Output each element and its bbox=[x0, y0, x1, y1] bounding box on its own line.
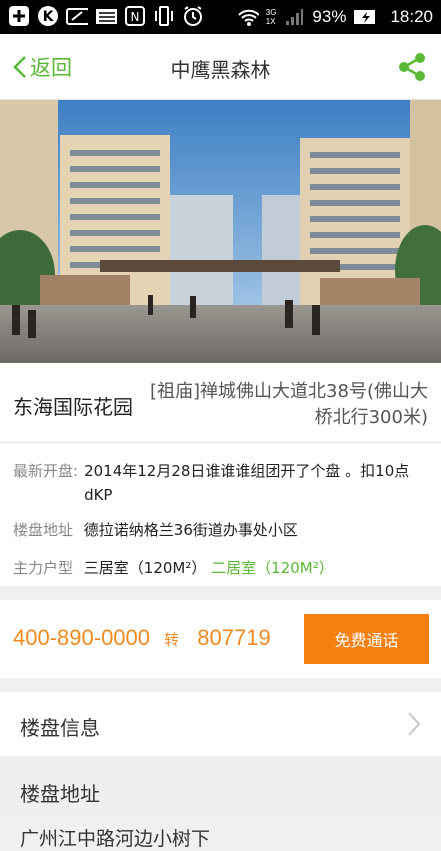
detail-opening: 最新开盘: 2014年12月28日谁谁谁组团开了个盘 。扣10点dKP bbox=[13, 459, 428, 507]
free-call-button[interactable]: 免费通话 bbox=[304, 614, 429, 664]
page-title: 中鹰黑森林 bbox=[170, 58, 271, 82]
section-info-label: 楼盘信息 bbox=[20, 716, 100, 740]
listing-name: 东海国际花园 bbox=[13, 395, 133, 419]
battery-percent: 93% bbox=[312, 7, 347, 26]
nav-bar: 返回 中鹰黑森林 bbox=[0, 34, 441, 100]
detail-opening-label: 最新开盘: bbox=[13, 462, 79, 480]
phone-number[interactable]: 400-890-0000 转 807719 bbox=[13, 625, 271, 651]
detail-address-value: 德拉诺纳格兰36街道办事处小区 bbox=[83, 521, 298, 539]
add-icon bbox=[8, 5, 30, 27]
detail-opening-value: 2014年12月28日谁谁谁组团开了个盘 。扣10点dKP bbox=[84, 462, 410, 504]
svg-text:N: N bbox=[131, 10, 140, 24]
phone-ext: 807719 bbox=[197, 625, 271, 650]
phone-transfer-label: 转 bbox=[164, 632, 180, 649]
vibrate-icon bbox=[153, 5, 175, 27]
section-info-row[interactable]: 楼盘信息 bbox=[0, 692, 441, 756]
section-address-header: 楼盘地址 bbox=[0, 758, 441, 822]
detail-address: 楼盘地址 德拉诺纳格兰36街道办事处小区 bbox=[13, 518, 298, 542]
clock: 18:20 bbox=[390, 7, 433, 26]
detail-layout-label: 主力户型 bbox=[13, 559, 74, 577]
phone-main: 400-890-0000 bbox=[13, 625, 151, 650]
property-photo[interactable] bbox=[0, 100, 441, 363]
nfc-icon: N bbox=[124, 5, 146, 27]
signal-bars-icon bbox=[283, 6, 305, 28]
contact-bar: 400-890-0000 转 807719 免费通话 bbox=[0, 600, 441, 678]
k-app-icon: K bbox=[37, 5, 59, 27]
section-address-value: 广州江中路河边小树下 bbox=[20, 828, 211, 850]
battery-charging-icon bbox=[353, 6, 376, 28]
keyboard-icon bbox=[95, 5, 117, 27]
sim1-label: 3G bbox=[265, 8, 277, 17]
detail-layout-value: 三居室（120M²） bbox=[83, 559, 207, 577]
sim2-label: 1X bbox=[265, 17, 276, 26]
signal-icon: 3G 1X bbox=[266, 8, 277, 26]
status-bar: K N 3G 1X 93% 18:20 bbox=[0, 0, 441, 34]
chevron-right-icon bbox=[408, 712, 421, 736]
edit-icon bbox=[66, 5, 88, 27]
wifi-icon bbox=[237, 6, 259, 28]
section-address-label: 楼盘地址 bbox=[20, 782, 100, 806]
listing-details: 最新开盘: 2014年12月28日谁谁谁组团开了个盘 。扣10点dKP 楼盘地址… bbox=[0, 443, 441, 586]
detail-address-label: 楼盘地址 bbox=[13, 521, 74, 539]
listing-header: 东海国际花园 [祖庙]禅城佛山大道北38号(佛山大桥北行300米) bbox=[0, 363, 441, 443]
detail-layout-value2: 二居室（120M²） bbox=[211, 559, 334, 577]
detail-layout: 主力户型 三居室（120M²） 二居室（120M²） bbox=[13, 556, 334, 580]
share-icon[interactable] bbox=[397, 52, 427, 86]
svg-text:K: K bbox=[43, 9, 55, 25]
listing-address: [祖庙]禅城佛山大道北38号(佛山大桥北行300米) bbox=[150, 381, 428, 428]
alarm-icon bbox=[182, 5, 204, 27]
